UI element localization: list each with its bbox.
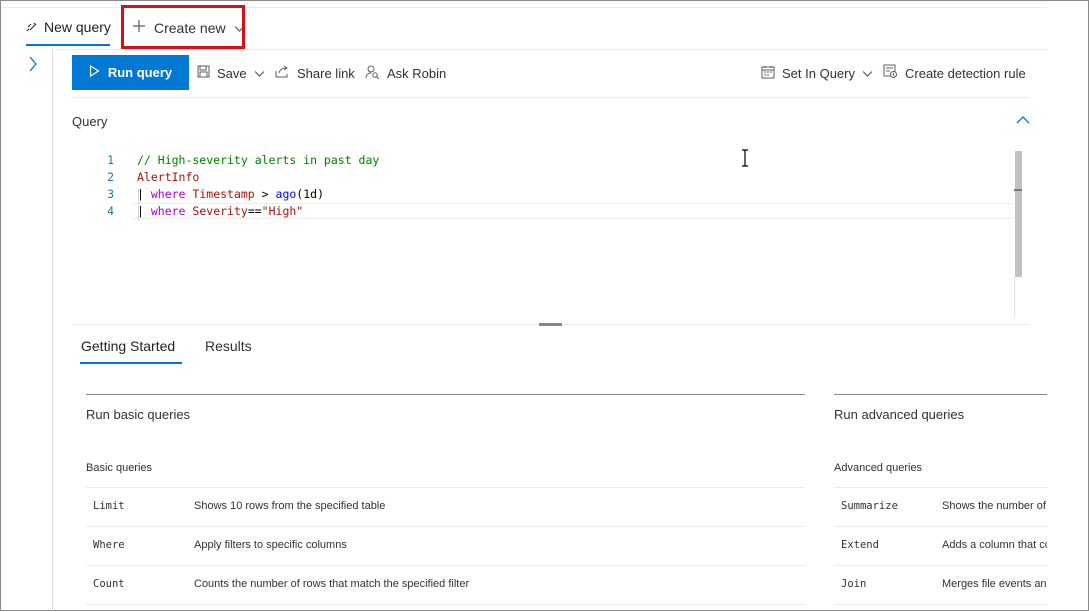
query-description: Adds a column that contains bbox=[942, 539, 1047, 551]
line-number: 2 bbox=[107, 170, 114, 184]
code-keyword: where bbox=[150, 204, 186, 218]
run-query-button[interactable]: Run query bbox=[72, 55, 189, 90]
code-line-1: // High-severity alerts in past day bbox=[137, 153, 380, 167]
code-keyword: where bbox=[150, 187, 186, 201]
indent-guide bbox=[138, 205, 139, 221]
query-section-label: Query bbox=[72, 114, 108, 129]
query-name[interactable]: Join bbox=[841, 578, 866, 590]
chevron-up-icon[interactable] bbox=[1014, 111, 1032, 129]
code-pipe: | bbox=[137, 204, 151, 218]
tab-new-query-label: New query bbox=[44, 19, 111, 35]
code-operator: > bbox=[254, 187, 276, 201]
chevron-down-icon bbox=[862, 66, 873, 81]
row-divider bbox=[86, 526, 805, 527]
resize-handle[interactable] bbox=[539, 323, 562, 326]
editor-scrollbar-thumb[interactable] bbox=[1015, 151, 1022, 277]
tab-results[interactable]: Results bbox=[205, 338, 252, 354]
active-tab-indicator bbox=[26, 44, 110, 46]
query-name[interactable]: Count bbox=[93, 578, 125, 590]
text-cursor-icon bbox=[740, 149, 750, 167]
query-editor[interactable] bbox=[72, 147, 1015, 317]
basic-subtitle: Basic queries bbox=[86, 462, 153, 474]
row-divider bbox=[86, 487, 805, 488]
row-divider bbox=[86, 565, 805, 566]
code-argument: (1d) bbox=[296, 187, 324, 201]
set-in-query-label: Set In Query bbox=[782, 65, 855, 81]
code-pipe: | bbox=[137, 187, 151, 201]
ask-robin-label: Ask Robin bbox=[387, 65, 447, 81]
create-detection-rule-label: Create detection rule bbox=[905, 65, 1026, 81]
query-pen-icon bbox=[26, 21, 38, 36]
save-icon bbox=[197, 65, 210, 81]
tab-getting-started[interactable]: Getting Started bbox=[81, 338, 175, 354]
code-function: ago bbox=[275, 187, 297, 201]
row-divider bbox=[834, 526, 1047, 527]
indent-guide bbox=[138, 188, 139, 204]
highlight-annotation-box bbox=[121, 5, 245, 49]
calendar-icon bbox=[761, 65, 775, 82]
advanced-section: Run advanced queries Advanced queries Su… bbox=[834, 381, 1047, 612]
code-string: "High" bbox=[261, 204, 304, 218]
basic-section-title: Run basic queries bbox=[86, 407, 191, 422]
query-description: Shows 10 rows from the specified table bbox=[194, 500, 386, 512]
code-operator: == bbox=[247, 204, 262, 218]
code-column: Severity bbox=[192, 204, 248, 218]
share-link-label: Share link bbox=[297, 65, 355, 81]
user-search-icon bbox=[365, 65, 380, 82]
query-name[interactable]: Where bbox=[93, 539, 125, 551]
code-line-3: | where Timestamp > ago(1d) bbox=[137, 187, 324, 201]
row-divider bbox=[86, 604, 805, 605]
left-rail-divider bbox=[52, 49, 53, 612]
save-label: Save bbox=[217, 65, 247, 81]
query-description: Apply filters to specific columns bbox=[194, 539, 347, 551]
chevron-down-icon bbox=[254, 66, 265, 81]
scrollbar-edge bbox=[1014, 277, 1015, 317]
query-description: Counts the number of rows that match the… bbox=[194, 578, 470, 590]
code-line-4: | where Severity=="High" bbox=[137, 204, 303, 218]
basic-section-divider bbox=[86, 394, 805, 395]
share-link-button[interactable]: Share link bbox=[275, 63, 355, 83]
row-divider bbox=[834, 565, 1047, 566]
rule-icon bbox=[883, 64, 898, 82]
run-query-label: Run query bbox=[107, 65, 173, 80]
scrollbar-cursor-marker bbox=[1014, 189, 1022, 191]
ask-robin-button[interactable]: Ask Robin bbox=[365, 63, 446, 83]
share-icon bbox=[275, 65, 290, 81]
row-divider bbox=[834, 487, 1047, 488]
row-divider bbox=[834, 604, 1047, 605]
toolbar-divider bbox=[72, 97, 1030, 98]
advanced-section-divider bbox=[834, 394, 1047, 395]
advanced-subtitle: Advanced queries bbox=[834, 462, 923, 474]
line-number: 1 bbox=[107, 153, 114, 167]
play-icon bbox=[89, 64, 100, 80]
line-number: 3 bbox=[107, 187, 114, 201]
query-description: Merges file events and bbox=[942, 578, 1047, 590]
set-in-query-dropdown[interactable]: Set In Query bbox=[761, 63, 873, 83]
save-button[interactable]: Save bbox=[197, 63, 265, 83]
advanced-section-title: Run advanced queries bbox=[834, 407, 965, 422]
code-column: Timestamp bbox=[192, 187, 255, 201]
header-divider bbox=[56, 49, 1047, 50]
line-number: 4 bbox=[107, 204, 114, 218]
active-tab-indicator bbox=[80, 362, 182, 364]
query-description: Shows the number of events bbox=[942, 500, 1047, 512]
query-name[interactable]: Summarize bbox=[841, 500, 898, 512]
chevron-right-icon[interactable] bbox=[25, 54, 41, 74]
code-line-2: AlertInfo bbox=[137, 170, 200, 184]
query-name[interactable]: Extend bbox=[841, 539, 879, 551]
query-name[interactable]: Limit bbox=[93, 500, 125, 512]
create-detection-rule-button[interactable]: Create detection rule bbox=[883, 63, 1026, 83]
